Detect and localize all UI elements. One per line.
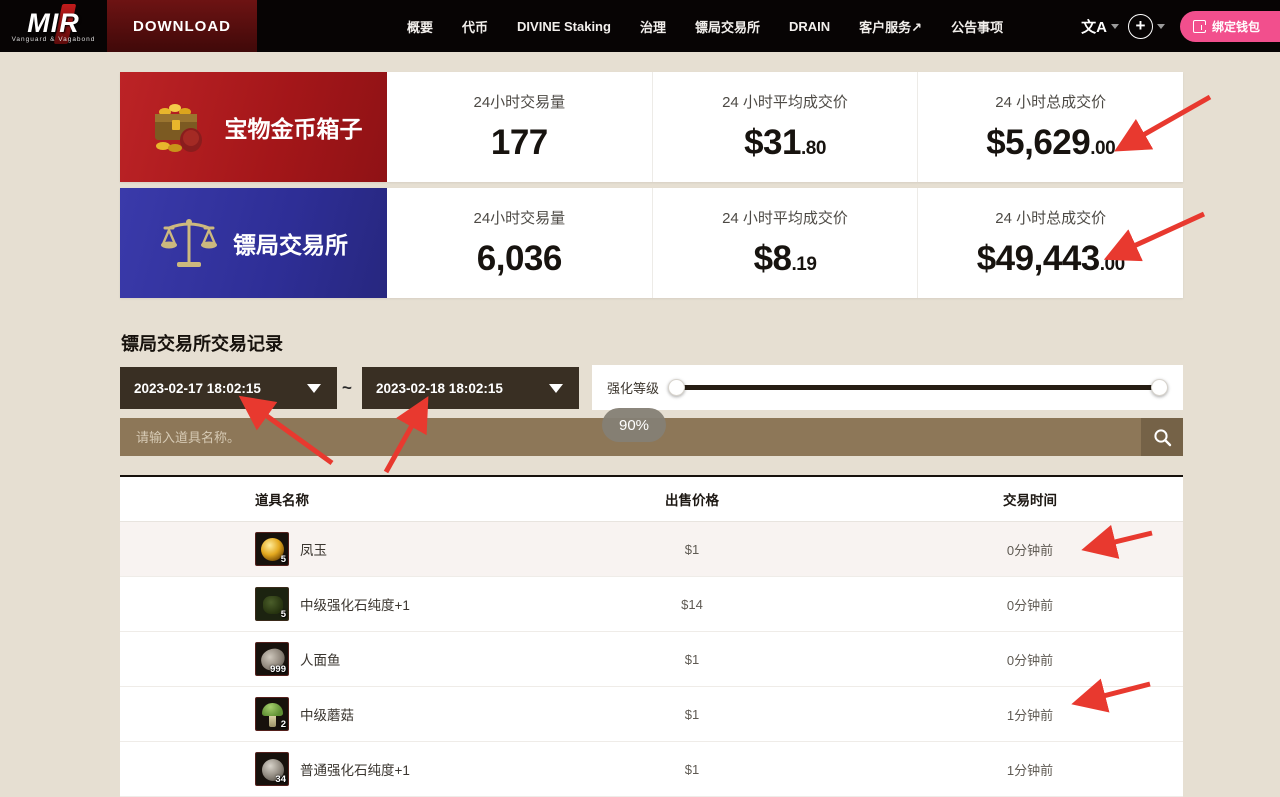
date-from-select[interactable]: 2023-02-17 18:02:15 bbox=[120, 367, 337, 409]
nav-item-customer-service[interactable]: 客户服务↗ bbox=[859, 17, 922, 36]
nav-item-announcements[interactable]: 公告事项 bbox=[951, 17, 1003, 36]
top-nav: MIR Vanguard & Vagabond DOWNLOAD 概要 代币 D… bbox=[0, 0, 1280, 52]
card-title: 镖局交易所 bbox=[233, 226, 348, 260]
trade-time: 0分钟前 bbox=[930, 595, 1130, 614]
trade-time: 0分钟前 bbox=[930, 650, 1130, 669]
nav-right-controls: 文A + 绑定钱包 bbox=[1081, 0, 1280, 52]
slider-value-tooltip: 90% bbox=[602, 408, 666, 442]
search-icon bbox=[1153, 428, 1172, 447]
mir-logo[interactable]: MIR Vanguard & Vagabond bbox=[0, 0, 107, 52]
language-icon: 文A bbox=[1081, 16, 1107, 37]
bind-wallet-label: 绑定钱包 bbox=[1212, 18, 1260, 35]
table-row[interactable]: 5 凤玉 $1 0分钟前 bbox=[120, 522, 1183, 577]
item-name: 普通强化石纯度+1 bbox=[300, 759, 410, 779]
item-icon-enhance-stone: 5 bbox=[255, 587, 289, 621]
section-title: 镖局交易所交易记录 bbox=[121, 330, 283, 356]
treasure-chest-stat-card: 宝物金币箱子 24小时交易量 177 24 小时平均成交价 $31.80 24 … bbox=[120, 72, 1183, 182]
exchange-banner[interactable]: 镖局交易所 bbox=[120, 188, 387, 298]
nav-item-governance[interactable]: 治理 bbox=[640, 17, 666, 36]
chevron-down-icon bbox=[1111, 24, 1119, 29]
nav-item-exchange[interactable]: 镖局交易所 bbox=[695, 17, 760, 36]
item-icon-mushroom: 2 bbox=[255, 697, 289, 731]
table-header: 道具名称 出售价格 交易时间 bbox=[120, 477, 1183, 522]
item-name: 中级蘑菇 bbox=[300, 704, 354, 724]
header-item-name: 道具名称 bbox=[120, 489, 592, 509]
main-nav-links: 概要 代币 DIVINE Staking 治理 镖局交易所 DRAIN 客户服务… bbox=[407, 0, 1003, 52]
treasure-chest-icon bbox=[145, 98, 211, 156]
search-button[interactable] bbox=[1141, 418, 1183, 456]
bind-wallet-button[interactable]: 绑定钱包 bbox=[1180, 11, 1280, 42]
trade-time: 0分钟前 bbox=[930, 540, 1130, 559]
stat-24h-total-price: 24 小时总成交价 $49,443.00 bbox=[917, 188, 1183, 298]
item-icon-gold-orb: 5 bbox=[255, 532, 289, 566]
card-title: 宝物金币箱子 bbox=[225, 110, 363, 144]
table-row[interactable]: 34 普通强化石纯度+1 $1 1分钟前 bbox=[120, 742, 1183, 797]
logo-title: MIR bbox=[12, 10, 96, 36]
slider-min-handle[interactable] bbox=[668, 379, 685, 396]
item-icon-gray-stone: 34 bbox=[255, 752, 289, 786]
wallet-icon bbox=[1193, 20, 1206, 33]
exchange-stat-card: 镖局交易所 24小时交易量 6,036 24 小时平均成交价 $8.19 24 … bbox=[120, 188, 1183, 298]
treasure-chest-banner[interactable]: 宝物金币箱子 bbox=[120, 72, 387, 182]
header-trade-time: 交易时间 bbox=[930, 489, 1130, 509]
item-price: $1 bbox=[592, 762, 792, 777]
trade-records-table: 道具名称 出售价格 交易时间 5 凤玉 $1 0分钟前 5 中级强化石纯度+1 … bbox=[120, 475, 1183, 797]
stat-24h-volume: 24小时交易量 177 bbox=[387, 72, 652, 182]
stat-24h-volume: 24小时交易量 6,036 bbox=[387, 188, 652, 298]
table-row[interactable]: 2 中级蘑菇 $1 1分钟前 bbox=[120, 687, 1183, 742]
stat-24h-avg-price: 24 小时平均成交价 $8.19 bbox=[652, 188, 918, 298]
nav-item-token[interactable]: 代币 bbox=[462, 17, 488, 36]
item-icon-fish: 999 bbox=[255, 642, 289, 676]
date-range-separator: ~ bbox=[342, 378, 352, 398]
download-button[interactable]: DOWNLOAD bbox=[107, 0, 257, 52]
header-sell-price: 出售价格 bbox=[592, 489, 792, 509]
item-price: $1 bbox=[592, 652, 792, 667]
table-row[interactable]: 999 人面鱼 $1 0分钟前 bbox=[120, 632, 1183, 687]
trade-time: 1分钟前 bbox=[930, 705, 1130, 724]
plus-circle-icon: + bbox=[1128, 14, 1153, 39]
enhance-level-slider[interactable] bbox=[671, 385, 1165, 390]
stat-24h-avg-price: 24 小时平均成交价 $31.80 bbox=[652, 72, 918, 182]
item-name: 凤玉 bbox=[300, 539, 327, 559]
nav-item-divine-staking[interactable]: DIVINE Staking bbox=[517, 19, 611, 34]
caret-down-icon bbox=[307, 384, 321, 393]
item-price: $1 bbox=[592, 707, 792, 722]
enhance-level-label: 强化等级 bbox=[607, 378, 659, 397]
scales-icon bbox=[159, 214, 219, 272]
chevron-down-icon bbox=[1157, 24, 1165, 29]
language-selector[interactable]: 文A bbox=[1081, 16, 1119, 37]
stat-24h-total-price: 24 小时总成交价 $5,629.00 bbox=[917, 72, 1183, 182]
slider-max-handle[interactable] bbox=[1151, 379, 1168, 396]
trade-time: 1分钟前 bbox=[930, 760, 1130, 779]
item-price: $14 bbox=[592, 597, 792, 612]
logo-subtitle: Vanguard & Vagabond bbox=[12, 36, 96, 43]
add-token-selector[interactable]: + bbox=[1128, 14, 1165, 39]
item-name: 中级强化石纯度+1 bbox=[300, 594, 410, 614]
item-name: 人面鱼 bbox=[300, 649, 341, 669]
date-to-select[interactable]: 2023-02-18 18:02:15 bbox=[362, 367, 579, 409]
caret-down-icon bbox=[549, 384, 563, 393]
item-price: $1 bbox=[592, 542, 792, 557]
enhance-level-filter: 强化等级 bbox=[592, 365, 1183, 410]
table-row[interactable]: 5 中级强化石纯度+1 $14 0分钟前 bbox=[120, 577, 1183, 632]
nav-item-overview[interactable]: 概要 bbox=[407, 17, 433, 36]
nav-item-drain[interactable]: DRAIN bbox=[789, 19, 830, 34]
